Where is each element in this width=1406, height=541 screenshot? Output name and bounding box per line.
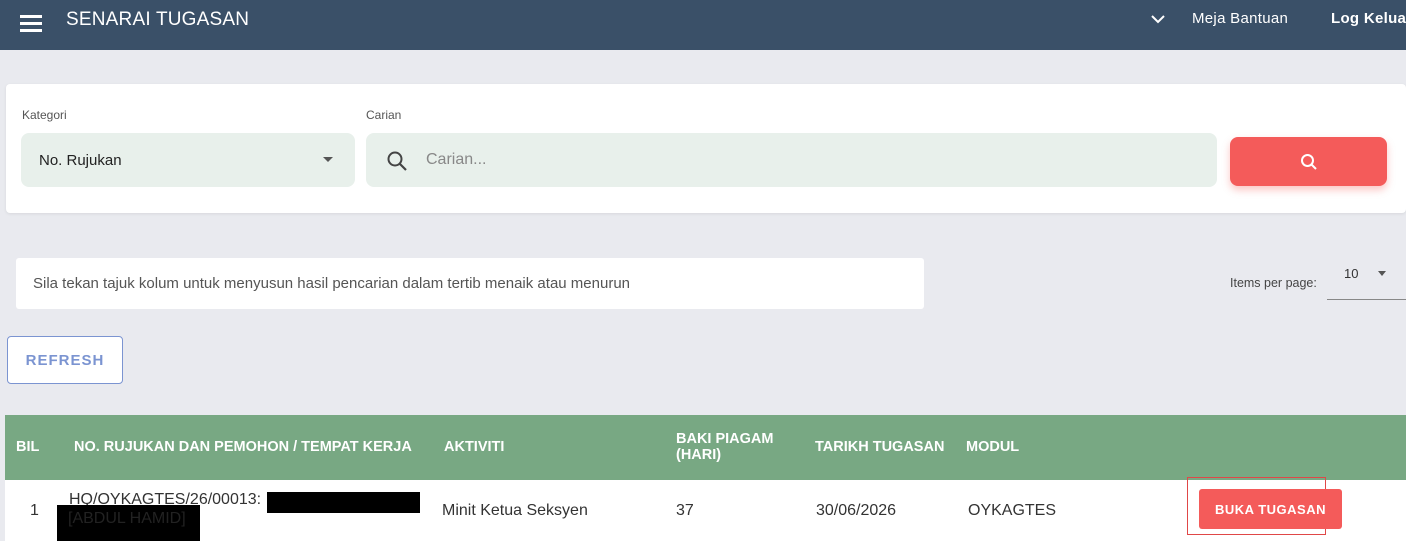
search-input[interactable]	[426, 133, 1196, 187]
column-header-baki-line1: BAKI PIAGAM	[676, 431, 774, 447]
category-select[interactable]: No. Rujukan	[21, 133, 355, 187]
sort-hint-text: Sila tekan tajuk kolum untuk menyusun ha…	[33, 275, 630, 292]
row-baki: 37	[676, 502, 694, 519]
search-button[interactable]	[1230, 137, 1387, 186]
search-panel: Kategori Carian No. Rujukan	[6, 84, 1406, 213]
category-select-value: No. Rujukan	[39, 151, 122, 169]
column-header-date[interactable]: TARIKH TUGASAN	[815, 439, 944, 455]
row-activity: Minit Ketua Seksyen	[442, 502, 588, 519]
column-header-baki[interactable]: BAKI PIAGAM (HARI)	[676, 431, 773, 463]
items-per-page-value: 10	[1344, 266, 1359, 281]
task-table: BIL NO. RUJUKAN DAN PEMOHON / TEMPAT KER…	[5, 415, 1406, 541]
column-header-module[interactable]: MODUL	[966, 439, 1019, 455]
action-highlight: BUKA TUGASAN	[1187, 477, 1342, 535]
column-header-ref[interactable]: NO. RUJUKAN DAN PEMOHON / TEMPAT KERJA	[74, 439, 412, 455]
table-header: BIL NO. RUJUKAN DAN PEMOHON / TEMPAT KER…	[5, 415, 1406, 480]
row-applicant: [ABDUL HAMID]	[68, 510, 186, 527]
refresh-button[interactable]: REFRESH	[7, 336, 123, 384]
page-title: SENARAI TUGASAN	[66, 9, 250, 30]
top-bar: SENARAI TUGASAN Meja Bantuan Log Keluar	[0, 0, 1406, 50]
row-bil: 1	[30, 502, 39, 519]
row-date: 30/06/2026	[816, 502, 897, 519]
items-per-page-select[interactable]: 10	[1327, 258, 1406, 300]
dropdown-arrow-icon	[1378, 271, 1386, 276]
dropdown-arrow-icon	[323, 157, 333, 162]
row-module: OYKAGTES	[968, 502, 1057, 519]
items-per-page-label: Items per page:	[1230, 276, 1317, 290]
search-icon	[1300, 153, 1317, 170]
column-header-bil[interactable]: BIL	[16, 439, 39, 455]
redacted-block	[267, 492, 420, 513]
helpdesk-link[interactable]: Meja Bantuan	[1192, 10, 1288, 27]
open-task-button[interactable]: BUKA TUGASAN	[1199, 489, 1342, 529]
column-header-baki-line2: (HARI)	[676, 447, 722, 463]
column-header-activity[interactable]: AKTIVITI	[444, 439, 504, 455]
logout-link[interactable]: Log Keluar	[1331, 10, 1406, 27]
hamburger-menu-icon[interactable]	[20, 12, 46, 34]
category-label: Kategori	[22, 108, 67, 122]
chevron-down-icon[interactable]	[1148, 9, 1168, 29]
table-row: 1 HQ/OYKAGTES/26/00013: [ABDUL HAMID] Mi…	[5, 477, 1406, 541]
redacted-block: [ABDUL HAMID]	[57, 505, 200, 541]
search-field[interactable]	[366, 133, 1217, 187]
search-label: Carian	[366, 108, 402, 122]
sort-hint: Sila tekan tajuk kolum untuk menyusun ha…	[16, 258, 924, 309]
search-icon	[387, 151, 407, 171]
